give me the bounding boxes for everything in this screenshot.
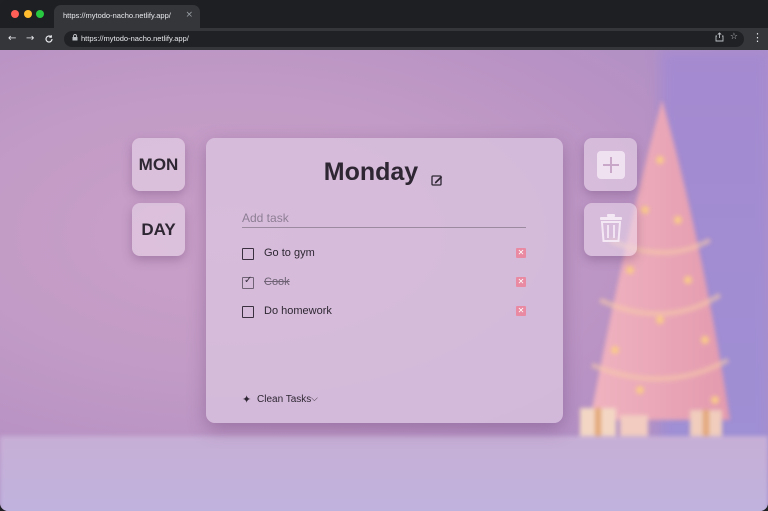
task-checkbox[interactable] — [242, 248, 254, 260]
browser-menu-icon[interactable]: ⋮ — [752, 31, 763, 44]
reload-icon[interactable] — [44, 31, 54, 47]
reload-icon-graphic — [45, 35, 53, 43]
task-checkbox[interactable] — [242, 306, 254, 318]
task-item-do-homework: Do homework ✕ — [242, 304, 528, 320]
clean-tasks-label: Clean Tasks — [257, 394, 312, 405]
title-bar: https://mytodo-nacho.netlify.app/ × — [0, 0, 768, 28]
task-item-go-to-gym: Go to gym ✕ — [242, 246, 528, 262]
task-checkbox-checked[interactable]: ✓ — [242, 275, 254, 289]
mon-label: MON — [138, 154, 179, 174]
bookmark-star-icon[interactable]: ☆ — [730, 32, 738, 42]
share-icon[interactable] — [715, 32, 724, 45]
task-label: Cook — [264, 276, 290, 288]
delete-task-icon[interactable]: ✕ — [516, 248, 526, 258]
edit-icon[interactable] — [431, 171, 443, 186]
back-icon[interactable]: ← — [8, 31, 16, 47]
url-text: https://mytodo-nacho.netlify.app/ — [81, 34, 189, 43]
close-window-dot[interactable] — [11, 10, 19, 18]
browser-toolbar: ← → https://mytodo-nacho.netlify.app/ ☆ … — [0, 28, 768, 50]
address-bar[interactable]: https://mytodo-nacho.netlify.app/ ☆ — [64, 31, 744, 47]
todo-card: Monday Go to gym ✕ ✓ Cook ✕ Do homewo — [206, 138, 563, 423]
minimize-window-dot[interactable] — [24, 10, 32, 18]
forward-icon[interactable]: → — [26, 31, 34, 47]
task-item-cook: ✓ Cook ✕ — [242, 275, 528, 291]
browser-tab[interactable]: https://mytodo-nacho.netlify.app/ × — [54, 5, 200, 28]
app-page: MON DAY Monday Go to gym ✕ ✓ Cook ✕ — [0, 50, 768, 511]
tab-title: https://mytodo-nacho.netlify.app/ — [63, 11, 171, 20]
sparkle-icon: ✦ — [242, 394, 252, 406]
maximize-window-dot[interactable] — [36, 10, 44, 18]
delete-all-button[interactable] — [584, 203, 637, 256]
tab-close-icon[interactable]: × — [185, 10, 193, 20]
browser-window: https://mytodo-nacho.netlify.app/ × ← → … — [0, 0, 768, 511]
task-label: Do homework — [264, 305, 332, 317]
add-task-button[interactable] — [584, 138, 637, 191]
task-label: Go to gym — [264, 247, 315, 259]
chevron-down-icon: ⌵ — [311, 393, 318, 403]
day-label: DAY — [141, 219, 176, 239]
lock-icon — [72, 34, 78, 43]
trash-icon — [598, 213, 624, 247]
background-floor — [0, 436, 768, 511]
delete-task-icon[interactable]: ✕ — [516, 277, 526, 287]
mon-button[interactable]: MON — [132, 138, 185, 191]
checkmark-icon: ✓ — [244, 275, 253, 286]
delete-task-icon[interactable]: ✕ — [516, 306, 526, 316]
plus-icon — [596, 150, 625, 179]
day-title: Monday — [323, 158, 419, 186]
add-task-input[interactable] — [242, 209, 526, 228]
day-button[interactable]: DAY — [132, 203, 185, 256]
